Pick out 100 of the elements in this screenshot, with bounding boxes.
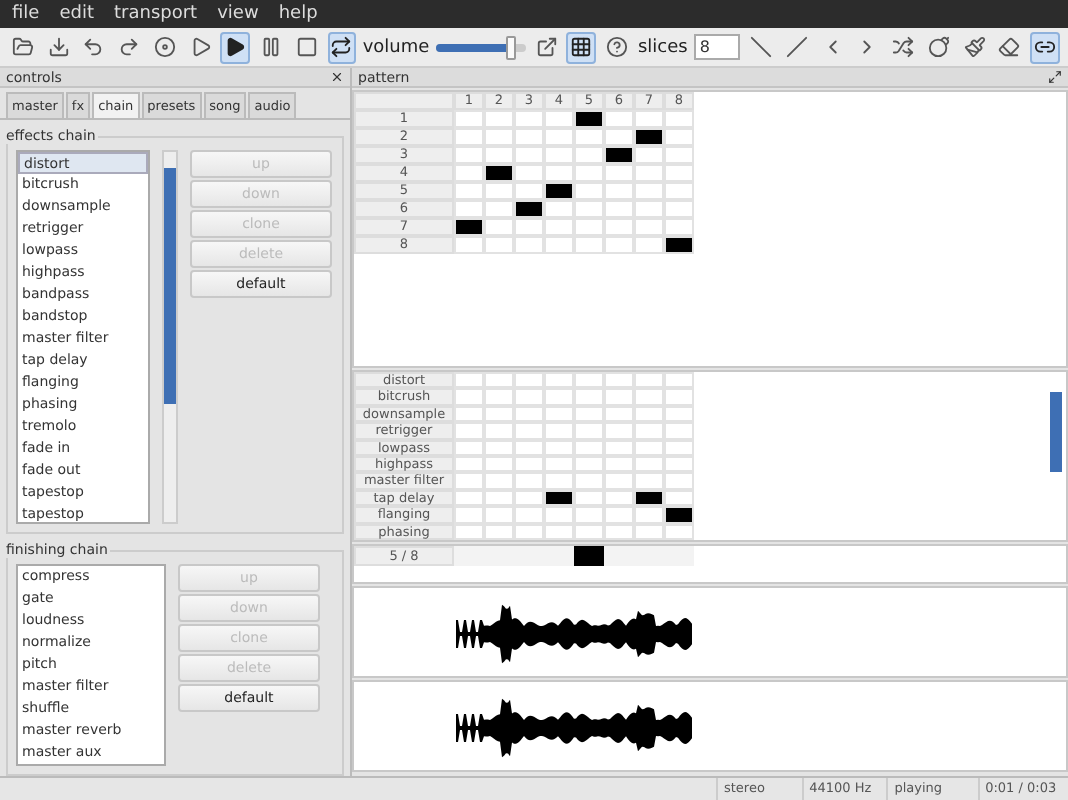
menu-item[interactable]: edit [59,4,94,24]
step-cell[interactable] [514,164,544,182]
step-cell[interactable] [454,372,484,389]
step-cell[interactable] [634,472,664,490]
step-cell[interactable] [454,200,484,218]
menu-item[interactable]: file [12,4,40,24]
step-cell[interactable] [574,218,604,236]
step-cell[interactable] [664,200,694,218]
step-cell[interactable] [634,146,664,164]
step-cell[interactable] [544,372,574,389]
step-cell[interactable] [574,372,604,389]
bomb-icon[interactable] [924,31,954,63]
grid-icon[interactable] [566,31,597,63]
step-cell[interactable] [664,146,694,164]
active-step[interactable] [634,128,664,146]
step-cell[interactable] [454,182,484,200]
step-cell[interactable] [574,164,604,182]
step-cell[interactable] [634,182,664,200]
step-cell[interactable] [604,472,634,490]
step-cell[interactable] [514,182,544,200]
step-cell[interactable] [574,472,604,490]
step-cell[interactable] [664,218,694,236]
line-icon[interactable] [782,31,812,63]
active-step[interactable] [664,506,694,524]
active-step[interactable] [454,218,484,236]
step-cell[interactable] [514,506,544,524]
active-step[interactable] [544,182,574,200]
slices-field[interactable]: 8 [693,34,741,60]
step-cell[interactable] [544,506,574,524]
step-cell[interactable] [664,372,694,389]
brush-icon[interactable] [959,31,990,63]
step-cell[interactable] [634,218,664,236]
menu-item[interactable]: help [278,4,318,24]
step-cell[interactable] [454,388,484,406]
active-step[interactable] [664,236,694,254]
step-cell[interactable] [664,110,694,128]
play-icon[interactable] [220,31,251,63]
shuffle-icon[interactable] [888,31,919,63]
step-cell[interactable] [664,472,694,490]
step-cell[interactable] [514,388,544,406]
step-cell[interactable] [484,110,514,128]
step-cell[interactable] [604,182,634,200]
step-cell[interactable] [604,506,634,524]
step-cell[interactable] [484,146,514,164]
step-cell[interactable] [514,372,544,389]
step-cell[interactable] [454,110,484,128]
step-cell[interactable] [454,506,484,524]
step-cell[interactable] [574,506,604,524]
step-cell[interactable] [454,472,484,490]
active-step[interactable] [604,146,634,164]
step-cell[interactable] [634,388,664,406]
step-cell[interactable] [544,388,574,406]
step-cell[interactable] [604,422,634,440]
scroll-thumb[interactable] [1050,392,1062,472]
step-cell[interactable] [544,422,574,440]
step-cell[interactable] [544,236,574,254]
step-cell[interactable] [604,388,634,406]
step-cell[interactable] [454,422,484,440]
step-cell[interactable] [514,218,544,236]
menu-item[interactable]: transport [114,4,198,24]
step-cell[interactable] [664,422,694,440]
step-cell[interactable] [664,128,694,146]
step-cell[interactable] [484,182,514,200]
disc-icon[interactable] [149,31,180,63]
step-cell[interactable] [514,146,544,164]
menu-item[interactable]: view [217,4,259,24]
step-cell[interactable] [484,218,514,236]
loop-icon[interactable] [327,31,357,63]
step-cell[interactable] [574,236,604,254]
step-cell[interactable] [574,200,604,218]
step-cell[interactable] [454,128,484,146]
scroll-thumb[interactable] [164,168,176,404]
step-cell[interactable] [634,110,664,128]
step-cell[interactable] [544,200,574,218]
step-cell[interactable] [514,128,544,146]
step-cell[interactable] [484,472,514,490]
step-cell[interactable] [604,200,634,218]
step-cell[interactable] [484,372,514,389]
step-cell[interactable] [574,422,604,440]
step-cell[interactable] [514,422,544,440]
step-cell[interactable] [454,236,484,254]
step-cell[interactable] [514,236,544,254]
step-cell[interactable] [574,182,604,200]
step-cell[interactable] [664,182,694,200]
maximize-icon[interactable] [1048,70,1062,84]
step-cell[interactable] [604,164,634,182]
active-step[interactable] [574,110,604,128]
step-cell[interactable] [544,472,574,490]
step-cell[interactable] [574,146,604,164]
step-cell[interactable] [544,146,574,164]
step-cell[interactable] [634,506,664,524]
step-cell[interactable] [604,128,634,146]
step-cell[interactable] [484,200,514,218]
step-cell[interactable] [604,218,634,236]
step-cell[interactable] [604,110,634,128]
scrollbar[interactable] [162,150,178,524]
step-cell[interactable] [634,372,664,389]
step-cell[interactable] [454,146,484,164]
step-cell[interactable] [484,236,514,254]
step-cell[interactable] [484,128,514,146]
